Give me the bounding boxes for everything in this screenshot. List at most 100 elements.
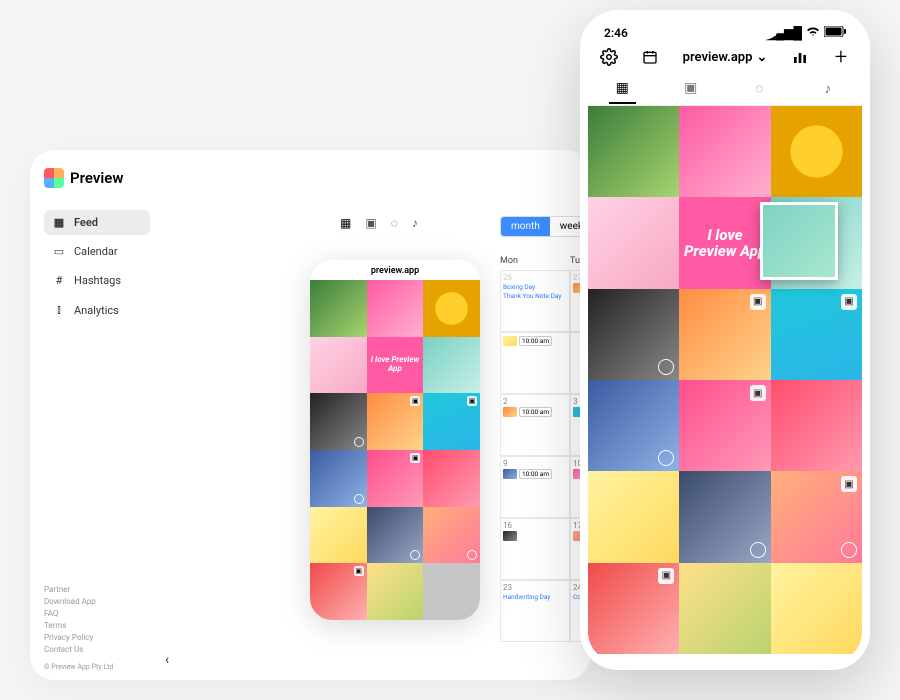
settings-icon[interactable] <box>600 48 618 66</box>
sidebar-item-hashtags[interactable]: # Hashtags <box>44 268 150 293</box>
tiktok-icon[interactable]: ♪ <box>412 216 418 230</box>
sidebar: Preview ▦Feed ▭Calendar # Hashtags ⫾Analytic… <box>30 150 160 680</box>
calendar-grid: 26Boxing DayThank You Note Day2710:00 am… <box>500 270 590 642</box>
sidebar-item-calendar[interactable]: ▭Calendar <box>44 239 150 264</box>
mini-feed-cell[interactable] <box>423 563 480 620</box>
toggle-month[interactable]: month <box>501 217 550 236</box>
account-selector[interactable]: preview.app ⌄ <box>683 50 768 65</box>
analytics-icon[interactable] <box>791 48 809 66</box>
feed-cell[interactable]: ▣ <box>771 289 862 380</box>
phone-screen: 2:46 ▂▄▆█ preview.app ⌄ <box>588 18 862 662</box>
scheduled-event[interactable] <box>503 531 567 541</box>
event-thumb <box>503 531 517 541</box>
loading-icon[interactable]: ◌ <box>391 216 398 230</box>
feed-cell[interactable] <box>588 380 679 471</box>
footer-link[interactable]: Download App <box>44 596 150 608</box>
footer-link[interactable]: FAQ <box>44 608 150 620</box>
calendar-icon[interactable] <box>641 48 659 66</box>
reel-badge-icon: ▣ <box>410 396 420 406</box>
mini-feed-cell[interactable] <box>310 507 367 564</box>
feed-cell[interactable] <box>771 380 862 471</box>
app-toolbar: preview.app ⌄ + <box>588 42 862 72</box>
scheduled-event[interactable]: 10:00 am <box>503 336 567 346</box>
mini-feed-cell[interactable] <box>310 393 367 450</box>
mini-feed-cell[interactable] <box>310 337 367 394</box>
sidebar-item-feed[interactable]: ▦Feed <box>44 210 150 235</box>
footer-link[interactable]: Partner <box>44 584 150 596</box>
feed-cell[interactable] <box>679 563 770 654</box>
feed-cell[interactable] <box>588 471 679 562</box>
feed-cell[interactable] <box>588 289 679 380</box>
feed-cell[interactable]: ▣ <box>588 563 679 654</box>
scheduled-event[interactable]: 10:00 am <box>503 407 567 417</box>
mini-feed-cell[interactable] <box>310 450 367 507</box>
mini-feed-cell[interactable] <box>423 337 480 394</box>
mini-phone-grid: I love Preview App▣▣▣▣ <box>310 280 480 620</box>
mini-feed-cell[interactable] <box>310 280 367 337</box>
weekday-label: Mon <box>500 256 570 266</box>
event-time: 10:00 am <box>519 407 552 417</box>
dragged-thumbnail[interactable] <box>760 202 838 280</box>
grid-icon[interactable]: ▦ <box>340 216 351 230</box>
sidebar-item-analytics[interactable]: ⫾Analytics <box>44 297 150 323</box>
seg-grid-icon[interactable]: ▦ <box>588 72 657 105</box>
seg-reels-icon[interactable]: ▣ <box>657 72 726 105</box>
sidebar-item-label: Calendar <box>74 245 118 258</box>
scheduled-clock-icon <box>658 359 674 375</box>
calendar-cell[interactable]: 26Boxing DayThank You Note Day <box>500 270 570 332</box>
hash-icon: # <box>52 274 66 287</box>
reel-badge-icon: ▣ <box>841 294 857 310</box>
mini-feed-cell[interactable] <box>367 280 424 337</box>
mini-feed-cell[interactable]: ▣ <box>367 450 424 507</box>
seg-tiktok-icon[interactable]: ♪ <box>794 72 863 105</box>
day-number: 26 <box>503 273 512 282</box>
mini-feed-cell[interactable]: ▣ <box>367 393 424 450</box>
feed-cell[interactable] <box>771 106 862 197</box>
mini-feed-cell[interactable] <box>423 280 480 337</box>
footer-link[interactable]: Privacy Policy <box>44 632 150 644</box>
calendar-cell[interactable]: 10:00 am <box>500 332 570 394</box>
mini-feed-cell[interactable] <box>423 450 480 507</box>
reels-icon[interactable]: ▣ <box>365 216 376 230</box>
feed-cell[interactable] <box>588 197 679 288</box>
feed-cell[interactable] <box>679 106 770 197</box>
scheduled-event[interactable]: 10:00 am <box>503 469 567 479</box>
calendar-cell[interactable]: 23Handwriting Day <box>500 580 570 642</box>
desktop-window: Preview ▦Feed▭Calendar#Hashtags⫾Analytic… <box>30 150 590 680</box>
feed-cell[interactable]: ▣ <box>679 380 770 471</box>
mini-feed-cell[interactable] <box>423 507 480 564</box>
calendar-cell[interactable]: 16 <box>500 518 570 580</box>
feed-cell[interactable]: I love Preview App <box>679 197 770 288</box>
feed-cell[interactable] <box>771 563 862 654</box>
seg-loading-icon[interactable]: ◌ <box>725 72 794 105</box>
mini-feed-cell[interactable]: ▣ <box>423 393 480 450</box>
feed-segments: ▦ ▣ ◌ ♪ <box>588 72 862 106</box>
event-thumb <box>503 336 517 346</box>
feed-cell[interactable]: ▣ <box>771 471 862 562</box>
calendar-weekday-row: Mon Tue Wed <box>500 256 590 270</box>
account-name: preview.app <box>683 50 753 65</box>
app-logo: Preview <box>44 168 150 188</box>
footer-link[interactable]: Contact Us <box>44 644 150 656</box>
day-number: 3 <box>573 397 578 406</box>
feed-cell[interactable] <box>588 106 679 197</box>
sidebar-item-label: Feed <box>74 216 98 229</box>
feed-cell[interactable] <box>679 471 770 562</box>
scheduled-clock-icon <box>410 550 420 560</box>
footer-link[interactable]: Terms <box>44 620 150 632</box>
mini-feed-cell[interactable] <box>367 563 424 620</box>
sidebar-item-label: Analytics <box>74 304 119 317</box>
calendar-cell[interactable]: 910:00 am <box>500 456 570 518</box>
feed-cell[interactable]: ▣ <box>679 289 770 380</box>
add-icon[interactable]: + <box>832 48 850 66</box>
mini-feed-cell[interactable] <box>367 507 424 564</box>
mini-feed-cell[interactable]: ▣ <box>310 563 367 620</box>
mini-feed-cell[interactable]: I love Preview App <box>367 337 424 394</box>
wifi-icon <box>806 26 820 40</box>
reel-badge-icon: ▣ <box>410 453 420 463</box>
scheduled-clock-icon <box>750 542 766 558</box>
mini-phone-account: preview.app <box>310 260 480 280</box>
calendar-cell[interactable]: 210:00 am <box>500 394 570 456</box>
holiday-label: Handwriting Day <box>503 593 567 601</box>
sidebar-item-label: Hashtags <box>74 274 121 287</box>
